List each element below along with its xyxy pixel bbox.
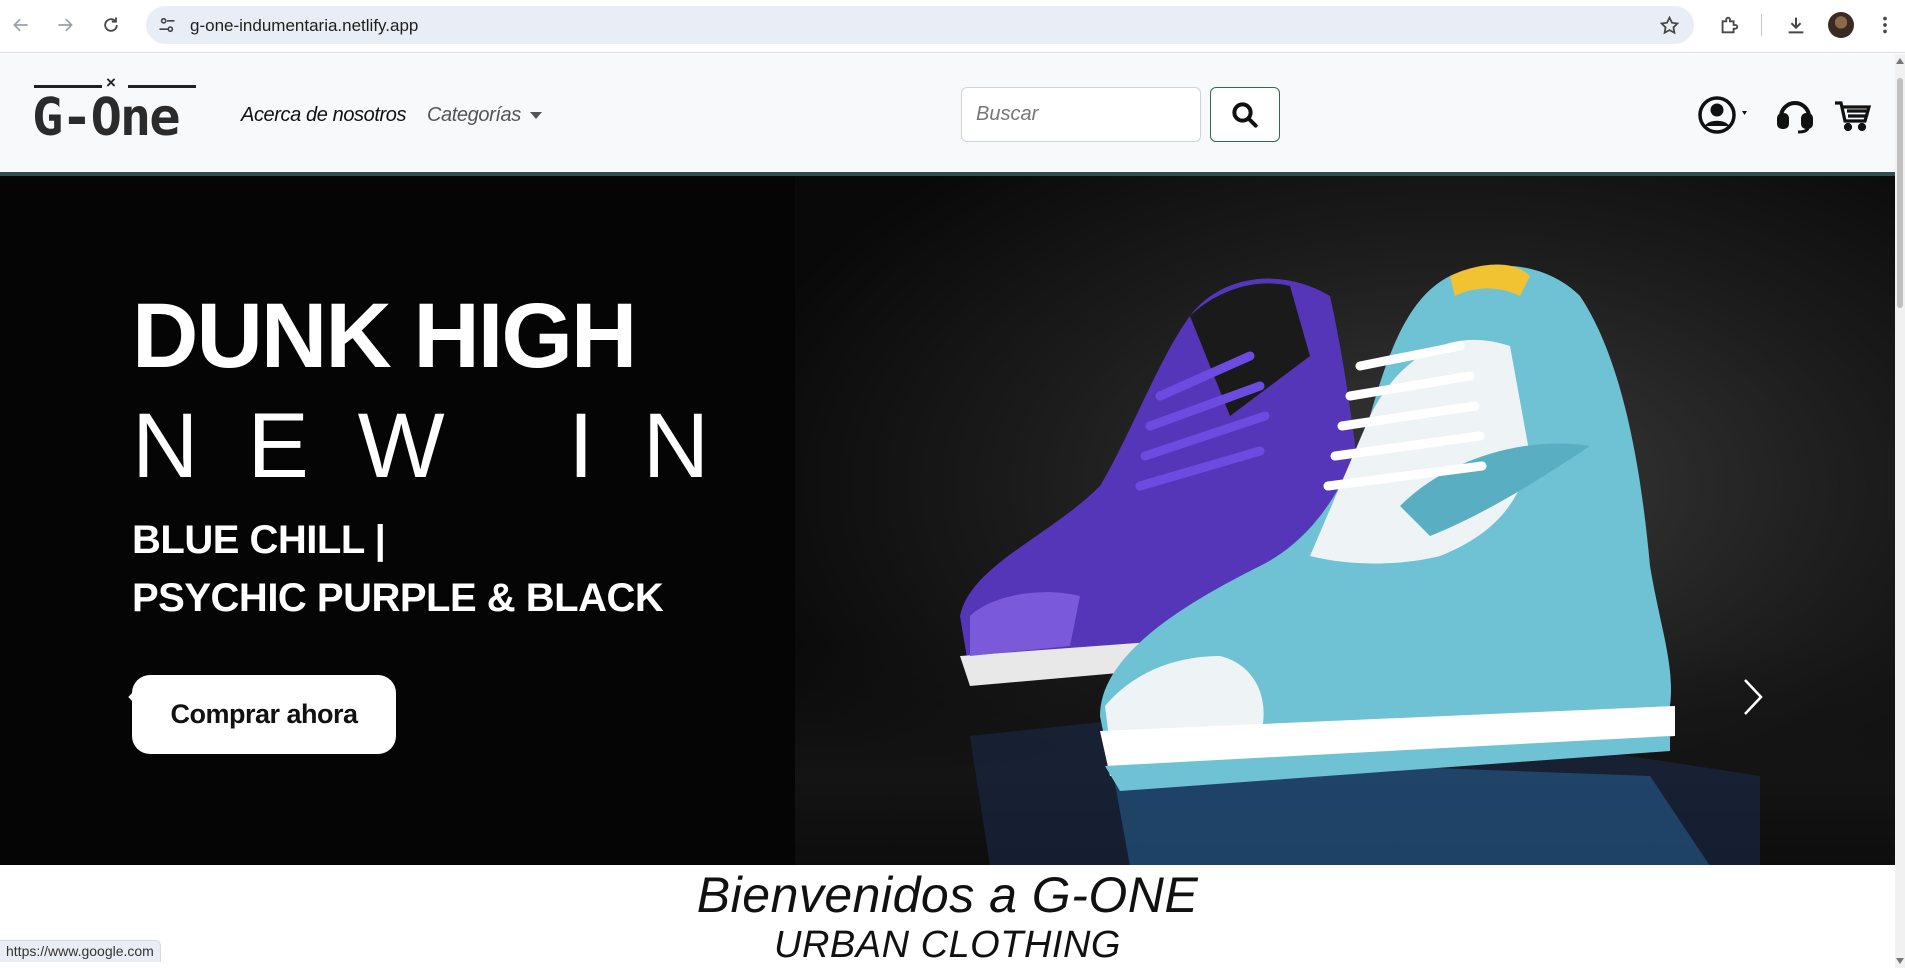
profile-avatar[interactable] <box>1828 12 1854 38</box>
page-scrollbar[interactable] <box>1895 54 1905 968</box>
sneakers-image <box>960 264 1760 865</box>
hero-title: DUNK HIGH <box>132 285 637 387</box>
logo-text: G-One <box>32 88 181 148</box>
bookmark-star-icon[interactable] <box>1659 15 1680 36</box>
hero-subtitle: NEW IN <box>132 395 759 497</box>
toolbar-divider <box>1761 14 1762 36</box>
shopping-cart-icon[interactable] <box>1832 95 1872 135</box>
brand-logo[interactable]: × G-One <box>32 73 198 148</box>
download-icon[interactable] <box>1781 10 1811 40</box>
scroll-down-arrow-icon[interactable] <box>1896 958 1904 964</box>
user-account-icon[interactable] <box>1697 95 1753 135</box>
buy-now-button[interactable]: Comprar ahora <box>132 675 396 754</box>
menu-kebab-icon[interactable] <box>1870 10 1900 40</box>
search-input[interactable] <box>961 87 1201 142</box>
extensions-icon[interactable] <box>1714 10 1744 40</box>
site-settings-icon[interactable] <box>157 15 177 35</box>
back-arrow-icon[interactable] <box>6 10 36 40</box>
nav-categories-dropdown[interactable]: Categorías <box>427 104 521 127</box>
link-status-bubble: https://www.google.com <box>0 940 161 962</box>
url-text[interactable]: g-one-indumentaria.netlify.app <box>190 16 418 36</box>
address-bar[interactable]: g-one-indumentaria.netlify.app <box>146 6 1694 44</box>
support-headset-icon[interactable] <box>1775 95 1815 135</box>
nav-about-link[interactable]: Acerca de nosotros <box>241 104 407 127</box>
hero-colorway-line-1: BLUE CHILL | <box>132 518 386 562</box>
scroll-up-arrow-icon[interactable] <box>1896 58 1904 64</box>
scrollbar-thumb[interactable] <box>1897 78 1903 308</box>
carousel-next-button[interactable] <box>1733 672 1773 722</box>
search-icon <box>1232 101 1258 128</box>
chevron-right-icon <box>1744 679 1763 715</box>
welcome-title: Bienvenidos a G-ONE <box>696 867 1199 923</box>
search-button[interactable] <box>1210 87 1280 142</box>
chevron-down-icon[interactable] <box>530 112 542 119</box>
forward-arrow-icon[interactable] <box>50 10 80 40</box>
hero-colorway-line-2: PSYCHIC PURPLE & BLACK <box>132 576 664 620</box>
browser-toolbar: g-one-indumentaria.netlify.app <box>0 0 1905 53</box>
reload-icon[interactable] <box>96 10 126 40</box>
welcome-subtitle: URBAN CLOTHING <box>774 924 1121 966</box>
